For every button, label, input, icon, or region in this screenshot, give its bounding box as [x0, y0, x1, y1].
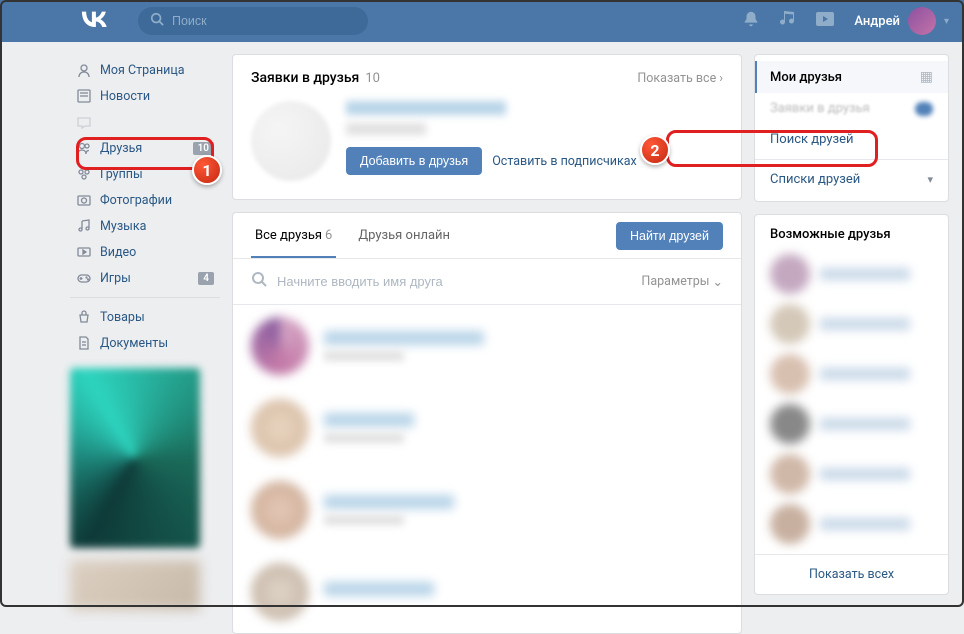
possible-name[interactable]	[820, 318, 910, 330]
possible-friend-row[interactable]	[770, 504, 933, 544]
friend-avatar[interactable]	[251, 317, 309, 375]
market-icon	[76, 310, 92, 324]
games-icon	[76, 271, 92, 285]
possible-avatar[interactable]	[770, 304, 810, 344]
rnav-requests[interactable]: Заявки в друзья	[755, 93, 948, 124]
requests-badge	[915, 102, 933, 116]
friend-requests-card: Заявки в друзья 10 Показать все › Добави…	[232, 54, 742, 200]
request-meta	[346, 123, 426, 135]
annotation-badge-2: 2	[640, 135, 670, 165]
header-search[interactable]	[138, 7, 368, 35]
possible-name[interactable]	[820, 468, 910, 480]
user-name: Андрей	[854, 14, 900, 29]
friend-avatar[interactable]	[251, 563, 309, 621]
calendar-icon[interactable]: ▦	[920, 69, 933, 85]
friend-avatar[interactable]	[251, 399, 309, 457]
possible-name[interactable]	[820, 518, 910, 530]
requests-count: 10	[365, 71, 380, 86]
possible-avatar[interactable]	[770, 454, 810, 494]
friend-name[interactable]	[324, 331, 484, 345]
show-all-requests[interactable]: Показать все ›	[637, 71, 723, 86]
friend-subtext	[324, 433, 404, 443]
nav-docs[interactable]: Документы	[70, 330, 220, 356]
nav-separator	[70, 297, 220, 298]
nav-photos[interactable]: Фотографии	[70, 187, 220, 213]
chevron-right-icon: ›	[719, 71, 723, 86]
notifications-icon[interactable]	[742, 10, 760, 32]
possible-friend-row[interactable]	[770, 254, 933, 294]
friend-row[interactable]	[233, 387, 741, 469]
vk-logo[interactable]	[80, 11, 108, 31]
search-icon	[251, 271, 267, 292]
possible-friend-row[interactable]	[770, 454, 933, 494]
possible-name[interactable]	[820, 418, 910, 430]
find-friends-button[interactable]: Найти друзей	[616, 222, 723, 250]
request-name[interactable]	[346, 101, 506, 115]
user-avatar	[908, 7, 936, 35]
video-nav-icon	[76, 245, 92, 259]
possible-friend-row[interactable]	[770, 404, 933, 444]
right-nav-card: Мои друзья▦ Заявки в друзья Поиск друзей…	[754, 54, 949, 202]
friend-avatar[interactable]	[251, 481, 309, 539]
nav-messages[interactable]	[70, 109, 220, 135]
friends-search-input[interactable]	[277, 274, 641, 289]
search-input[interactable]	[172, 14, 356, 28]
friend-row[interactable]	[233, 551, 741, 633]
rnav-my-friends[interactable]: Мои друзья▦	[755, 61, 948, 93]
add-friend-button[interactable]: Добавить в друзья	[346, 147, 482, 175]
friend-row[interactable]	[233, 305, 741, 387]
video-icon[interactable]	[816, 12, 834, 30]
annotation-highlight-2	[666, 130, 878, 167]
tab-all-friends[interactable]: Все друзья6	[251, 214, 336, 257]
chevron-down-icon: ⌄	[713, 274, 723, 290]
possible-avatar[interactable]	[770, 404, 810, 444]
possible-friends-title: Возможные друзья	[770, 227, 933, 242]
nav-my-page[interactable]: Моя Страница	[70, 57, 220, 83]
possible-name[interactable]	[820, 268, 910, 280]
possible-friends-card: Возможные друзья Показать всех	[754, 214, 949, 595]
possible-friend-row[interactable]	[770, 354, 933, 394]
camera-icon	[76, 193, 92, 207]
friends-list-card: Все друзья6 Друзья онлайн Найти друзей П…	[232, 212, 742, 634]
nav-games[interactable]: Игры4	[70, 265, 220, 291]
music-icon[interactable]	[780, 11, 796, 31]
chevron-down-icon: ▾	[944, 16, 949, 27]
requests-title: Заявки в друзья	[251, 70, 359, 86]
keep-subscriber-link[interactable]: Оставить в подписчиках	[492, 154, 637, 169]
possible-avatar[interactable]	[770, 254, 810, 294]
friends-tabs: Все друзья6 Друзья онлайн Найти друзей	[233, 213, 741, 259]
top-header: Андрей ▾	[0, 0, 964, 42]
possible-avatar[interactable]	[770, 504, 810, 544]
request-avatar[interactable]	[251, 101, 331, 181]
tab-online-friends[interactable]: Друзья онлайн	[354, 214, 454, 257]
show-all-possible[interactable]: Показать всех	[755, 554, 948, 594]
nav-music[interactable]: Музыка	[70, 213, 220, 239]
nav-video[interactable]: Видео	[70, 239, 220, 265]
friend-subtext	[324, 351, 404, 361]
sidebar-widget-1[interactable]	[70, 368, 200, 548]
nav-news[interactable]: Новости	[70, 83, 220, 109]
friend-name[interactable]	[324, 495, 454, 509]
chevron-down-icon: ▾	[927, 173, 933, 186]
news-icon	[76, 89, 92, 103]
sidebar-widget-2[interactable]	[70, 560, 200, 610]
possible-avatar[interactable]	[770, 354, 810, 394]
messages-icon	[76, 115, 92, 129]
friend-name[interactable]	[324, 582, 434, 596]
friend-subtext	[324, 515, 404, 525]
home-icon	[76, 63, 92, 77]
rnav-friend-lists[interactable]: Списки друзей ▾	[755, 164, 948, 195]
possible-friend-row[interactable]	[770, 304, 933, 344]
games-badge: 4	[198, 272, 214, 285]
possible-name[interactable]	[820, 368, 910, 380]
friend-row[interactable]	[233, 469, 741, 551]
nav-market[interactable]: Товары	[70, 304, 220, 330]
search-icon	[150, 12, 164, 30]
friend-name[interactable]	[324, 413, 414, 427]
search-params[interactable]: Параметры ⌄	[641, 274, 723, 290]
annotation-badge-1: 1	[192, 155, 222, 185]
user-menu[interactable]: Андрей ▾	[854, 7, 949, 35]
docs-icon	[76, 336, 92, 350]
music-nav-icon	[76, 219, 92, 233]
